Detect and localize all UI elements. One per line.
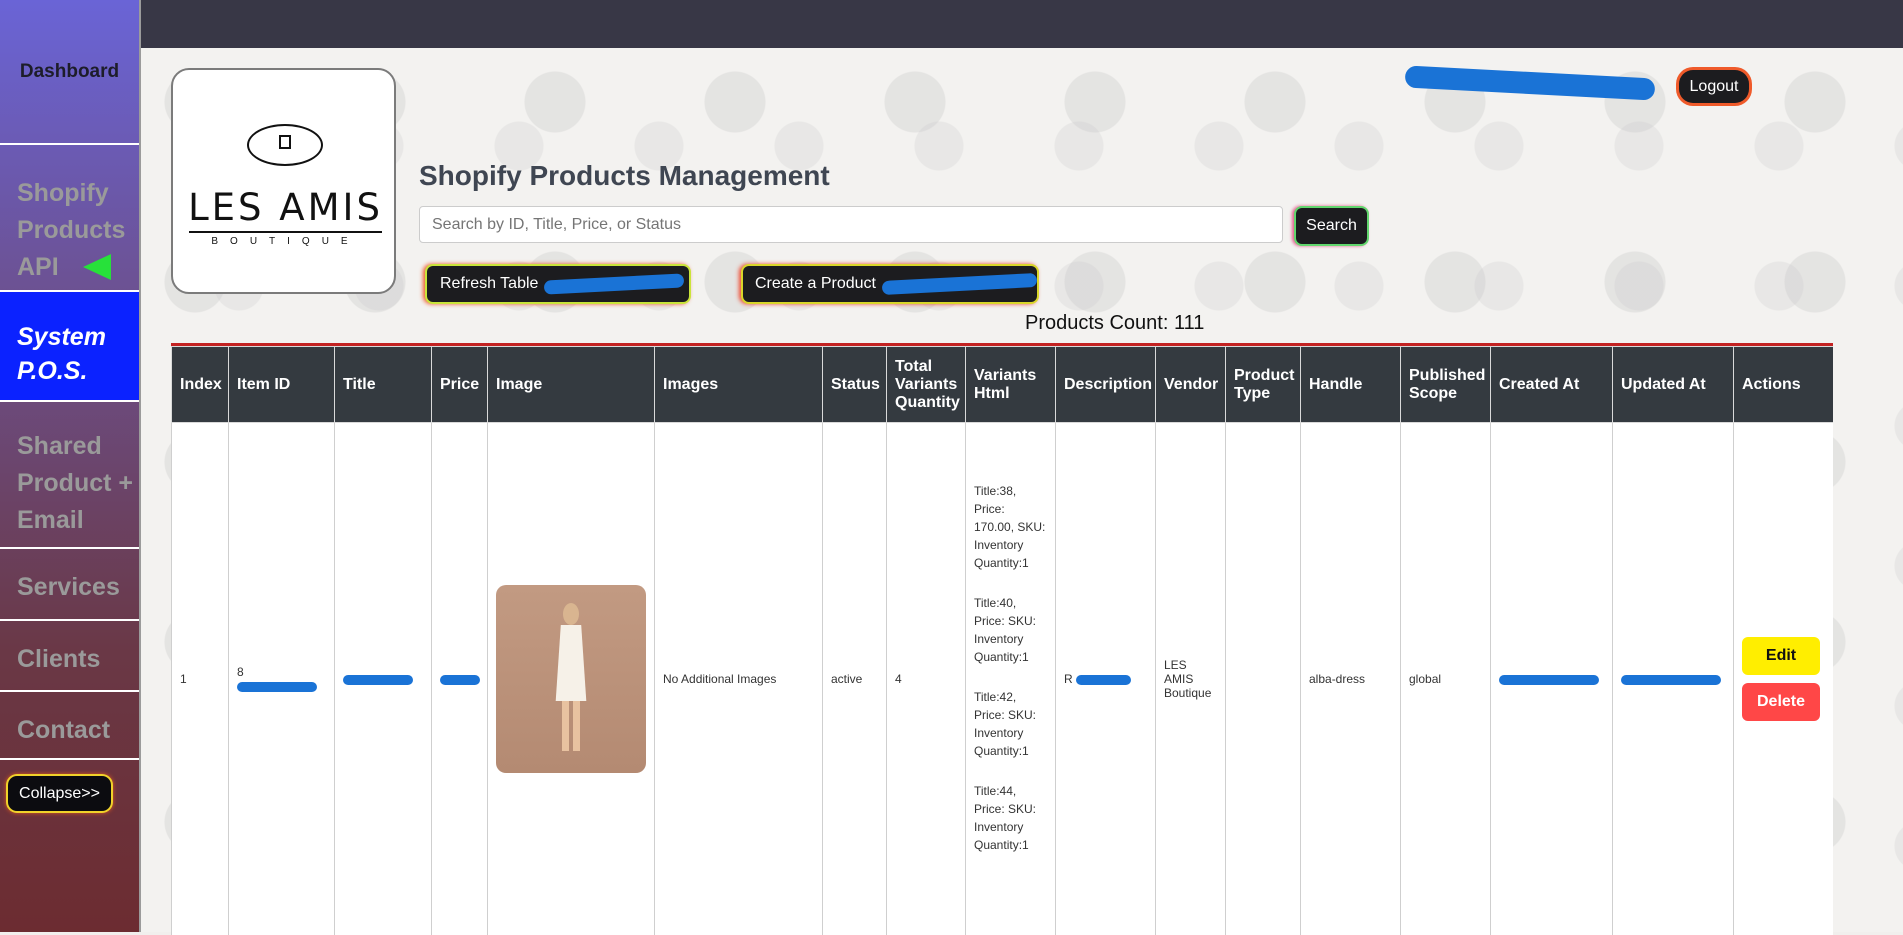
column-header: Title <box>335 347 432 423</box>
sidebar-item-label: Contact <box>17 716 110 744</box>
sidebar-item-label: Clients <box>17 645 100 673</box>
arrow-pointer-icon <box>83 254 111 280</box>
logo-name: LES AMIS <box>173 186 398 229</box>
column-header: Total Variants Quantity <box>887 347 966 423</box>
redacted-mark <box>440 675 480 685</box>
column-header: Status <box>823 347 887 423</box>
column-header: Variants Html <box>966 347 1056 423</box>
refresh-table-button[interactable]: Refresh Table <box>427 266 689 302</box>
dress-shape <box>554 625 588 701</box>
column-header: Images <box>655 347 823 423</box>
item-id-text: 8 <box>237 665 244 679</box>
cell-item-id: 8 <box>229 423 335 935</box>
logo-divider <box>189 231 382 233</box>
collapse-button[interactable]: Collapse>> <box>8 776 111 811</box>
column-header: Image <box>488 347 655 423</box>
product-image <box>496 585 646 773</box>
cell-handle: alba-dress <box>1301 423 1401 935</box>
column-header: Published Scope <box>1401 347 1491 423</box>
products-table: Index Item ID Title Price Image Images S… <box>171 343 1833 935</box>
variant-entry: Title:42, Price: SKU: Inventory Quantity… <box>974 688 1047 760</box>
cell-actions: Edit Delete <box>1734 423 1834 935</box>
logo-monogram-icon <box>279 135 291 149</box>
redacted-mark <box>343 675 413 685</box>
sidebar-item-dashboard[interactable]: Dashboard <box>0 0 139 143</box>
model-head-shape <box>563 603 579 625</box>
cell-index: 1 <box>172 423 229 935</box>
column-header: Actions <box>1734 347 1834 423</box>
variant-entry: Title:38, Price: 170.00, SKU: Inventory … <box>974 482 1047 572</box>
variant-entry: Title:40, Price: SKU: Inventory Quantity… <box>974 594 1047 666</box>
column-header: Product Type <box>1226 347 1301 423</box>
cell-status: active <box>823 423 887 935</box>
top-bar <box>141 0 1903 48</box>
create-product-button[interactable]: Create a Product <box>743 266 1037 302</box>
table-header-row: Index Item ID Title Price Image Images S… <box>172 347 1834 423</box>
column-header: Item ID <box>229 347 335 423</box>
cell-title <box>335 423 432 935</box>
sidebar-item-contact[interactable]: Contact <box>0 690 139 760</box>
redacted-mark <box>237 682 317 692</box>
column-header: Handle <box>1301 347 1401 423</box>
sidebar: Dashboard Shopify Products API System P.… <box>0 0 141 932</box>
table-row: 1 8 No Additiona <box>172 423 1834 935</box>
brand-logo: LES AMIS BOUTIQUE <box>171 68 396 294</box>
column-header: Created At <box>1491 347 1613 423</box>
delete-button[interactable]: Delete <box>1742 683 1820 721</box>
cell-product-type <box>1226 423 1301 935</box>
sidebar-item-label: System P.O.S. <box>17 320 117 388</box>
redacted-mark <box>1499 675 1599 685</box>
variant-entry: Title:44, Price: SKU: Inventory Quantity… <box>974 782 1047 854</box>
cell-created-at <box>1491 423 1613 935</box>
refresh-table-label: Refresh Table <box>440 275 538 293</box>
page-title: Shopify Products Management <box>419 160 830 192</box>
description-text: R <box>1064 672 1073 686</box>
redacted-mark <box>1621 675 1721 685</box>
logo-emblem-icon <box>247 124 323 166</box>
sidebar-item-system-pos[interactable]: System P.O.S. <box>0 290 139 400</box>
cell-images: No Additional Images <box>655 423 823 935</box>
sidebar-item-services[interactable]: Services <box>0 547 139 619</box>
edit-button[interactable]: Edit <box>1742 637 1820 675</box>
redacted-mark <box>882 273 1038 295</box>
column-header: Description <box>1056 347 1156 423</box>
redacted-mark <box>1076 675 1131 685</box>
search-input[interactable] <box>419 206 1283 243</box>
cell-price <box>432 423 488 935</box>
sidebar-item-shared-product-email[interactable]: Shared Product + Email <box>0 400 139 547</box>
cell-vendor: LES AMIS Boutique <box>1156 423 1226 935</box>
column-header: Vendor <box>1156 347 1226 423</box>
create-product-label: Create a Product <box>755 275 876 293</box>
column-header: Index <box>172 347 229 423</box>
products-count: Products Count: 111 <box>1025 312 1204 335</box>
cell-published-scope: global <box>1401 423 1491 935</box>
cell-variants-html: Title:38, Price: 170.00, SKU: Inventory … <box>966 423 1056 935</box>
sidebar-item-shopify-products-api[interactable]: Shopify Products API <box>0 143 139 290</box>
logo-subtitle: BOUTIQUE <box>173 236 398 247</box>
column-header: Updated At <box>1613 347 1734 423</box>
logout-button[interactable]: Logout <box>1679 70 1749 103</box>
cell-updated-at <box>1613 423 1734 935</box>
model-legs-shape <box>562 701 580 751</box>
cell-total-variants: 4 <box>887 423 966 935</box>
cell-image <box>488 423 655 935</box>
sidebar-item-clients[interactable]: Clients <box>0 619 139 690</box>
redacted-mark <box>544 273 685 294</box>
column-header: Price <box>432 347 488 423</box>
sidebar-item-label: Services <box>17 573 120 601</box>
search-button[interactable]: Search <box>1296 208 1367 244</box>
sidebar-item-label: Shared Product + Email <box>17 428 137 539</box>
cell-description: R <box>1056 423 1156 935</box>
